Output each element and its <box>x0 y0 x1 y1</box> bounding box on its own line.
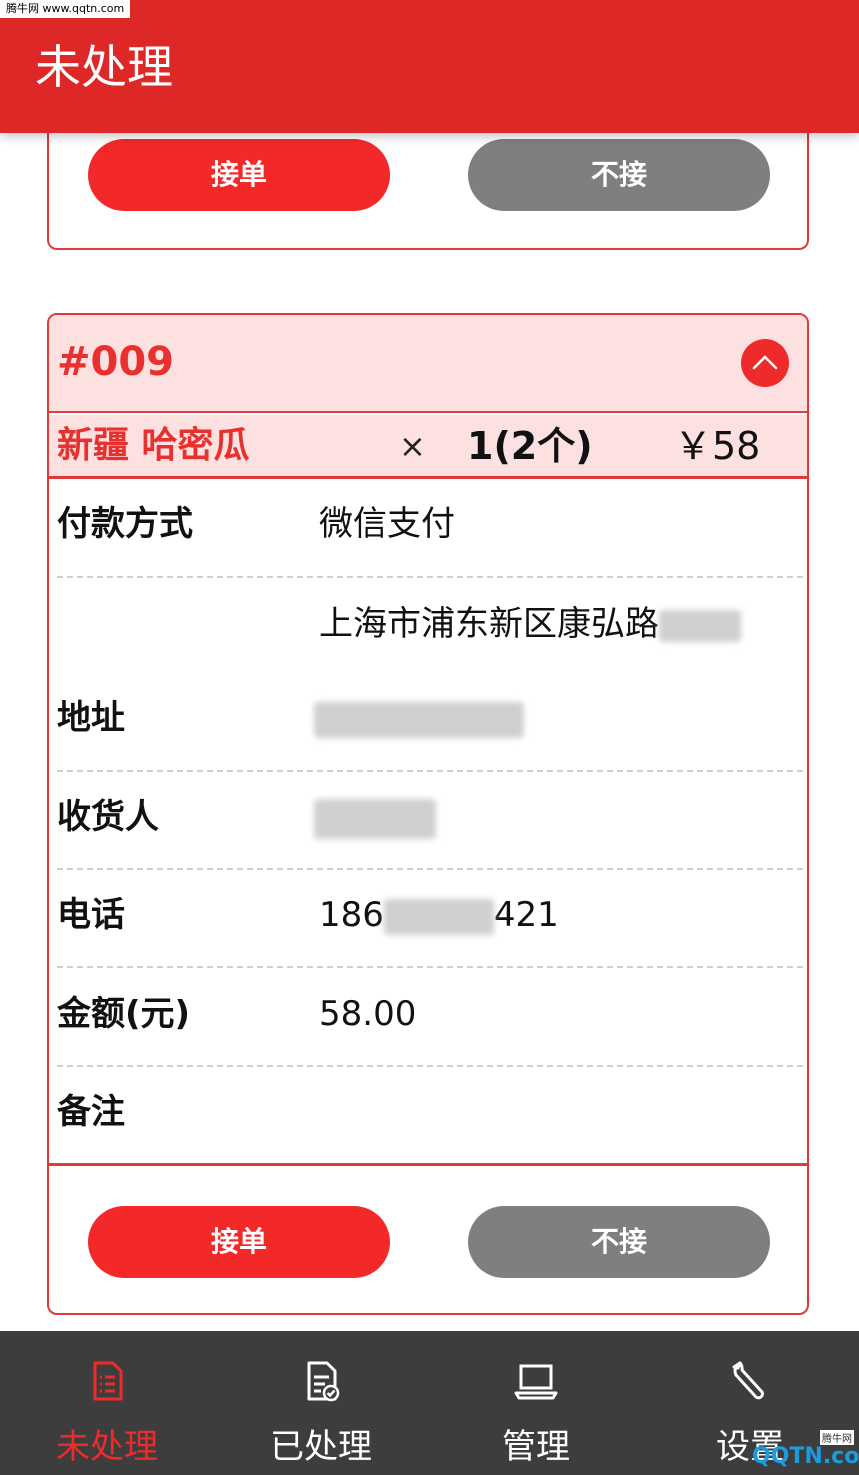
collapse-button[interactable] <box>741 339 789 387</box>
card-footer-divider <box>49 1163 807 1166</box>
watermark-badge: QQTN.com 腾牛网 <box>712 1428 859 1475</box>
item-times-sign: × <box>399 427 426 465</box>
item-quantity: 1(2个) <box>467 424 593 468</box>
document-list-icon <box>93 1361 123 1401</box>
order-item-row: 新疆 哈密瓜 × 1(2个) ￥58 <box>49 415 807 479</box>
payment-method-value: 微信支付 <box>319 504 455 544</box>
watermark-top: 腾牛网 www.qqtn.com <box>0 0 131 18</box>
app-header: 未处理 <box>0 0 859 133</box>
reject-order-button[interactable]: 不接 <box>468 1206 770 1278</box>
payment-method-label: 付款方式 <box>57 504 193 544</box>
watermark-brand: QQTN.com <box>752 1444 859 1469</box>
amount-value: 58.00 <box>319 994 417 1034</box>
order-card: #009 新疆 哈密瓜 × 1(2个) ￥58 付款方式 微信支付 上海市浦东新… <box>47 313 809 1315</box>
redacted-receiver <box>314 798 436 839</box>
nav-label: 未处理 <box>56 1427 158 1467</box>
app-screen: 腾牛网 www.qqtn.com 未处理 接单 不接 #009 新疆 哈密瓜 ×… <box>0 0 859 1475</box>
item-name: 新疆 哈密瓜 <box>57 425 250 466</box>
watermark-small: 腾牛网 <box>820 1430 854 1445</box>
chevron-up-icon <box>752 355 778 370</box>
item-price: ￥58 <box>674 424 761 468</box>
phone-value: 186 421 <box>319 892 559 938</box>
redacted-phone <box>383 898 494 935</box>
divider <box>57 1065 803 1067</box>
divider <box>57 868 803 870</box>
amount-label: 金额(元) <box>57 994 191 1034</box>
address-label: 地址 <box>57 698 125 738</box>
accept-order-button[interactable]: 接单 <box>88 139 390 211</box>
redacted-address <box>659 609 741 642</box>
order-number: #009 <box>57 339 175 385</box>
reject-order-button[interactable]: 不接 <box>468 139 770 211</box>
redacted-address-line2 <box>314 701 524 738</box>
nav-label: 已处理 <box>270 1427 372 1467</box>
wrench-icon <box>732 1361 764 1400</box>
address-value-text: 上海市浦东新区康弘路 <box>319 604 659 644</box>
phone-prefix: 186 <box>319 895 384 935</box>
receiver-label: 收货人 <box>57 797 159 837</box>
divider <box>57 966 803 968</box>
phone-suffix: 421 <box>493 895 559 935</box>
accept-order-button[interactable]: 接单 <box>88 1206 390 1278</box>
nav-label: 管理 <box>502 1427 570 1467</box>
nav-item-unprocessed[interactable]: 未处理 <box>0 1331 214 1475</box>
order-card-header[interactable]: #009 <box>49 315 807 413</box>
address-value-line1: 上海市浦东新区康弘路 <box>319 601 741 647</box>
nav-item-processed[interactable]: 已处理 <box>214 1331 428 1475</box>
nav-item-manage[interactable]: 管理 <box>429 1331 643 1475</box>
laptop-icon <box>514 1364 558 1400</box>
remark-label: 备注 <box>57 1092 125 1132</box>
document-check-icon <box>307 1361 340 1402</box>
phone-label: 电话 <box>57 895 125 935</box>
divider <box>57 576 803 578</box>
address-value-line2 <box>314 695 524 741</box>
page-title: 未处理 <box>35 40 173 94</box>
receiver-value <box>314 794 436 840</box>
divider <box>57 770 803 772</box>
